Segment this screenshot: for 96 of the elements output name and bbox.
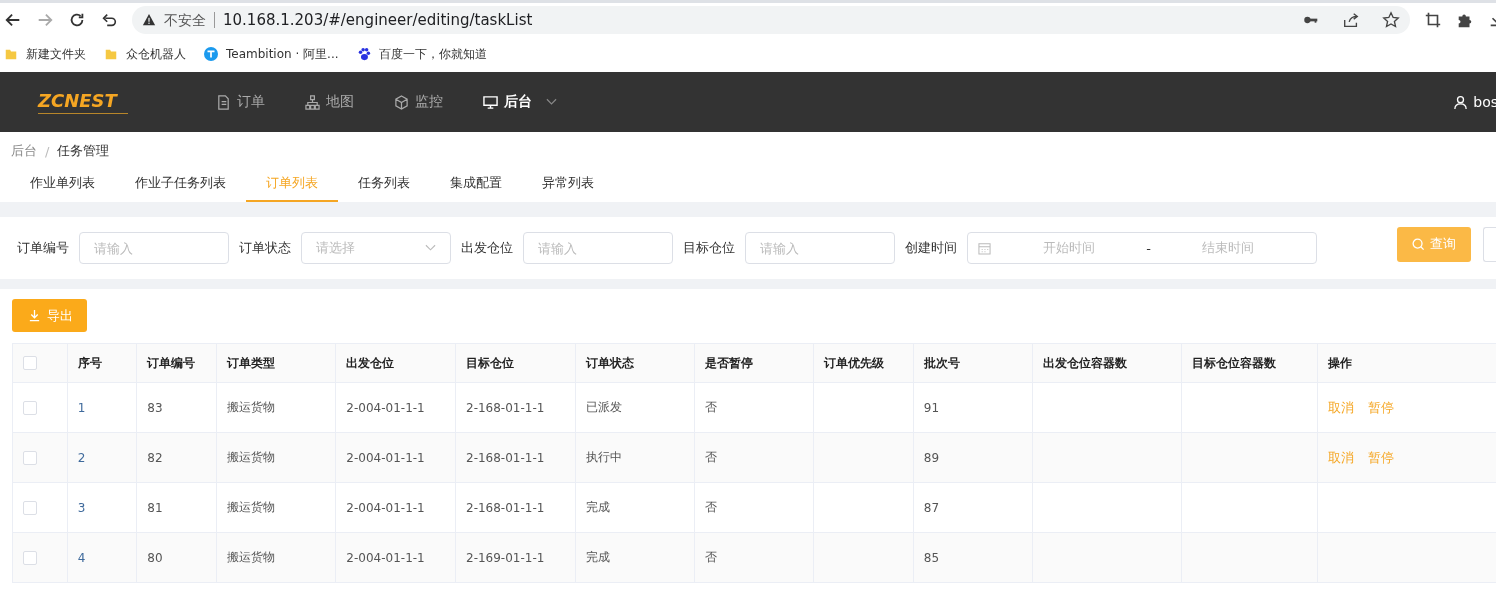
user-icon <box>1453 94 1469 110</box>
tab[interactable]: 集成配置 <box>430 170 522 202</box>
paw-icon <box>356 47 371 61</box>
row-checkbox[interactable] <box>23 450 37 465</box>
table-cell: 否 <box>704 450 717 464</box>
column-header: 订单状态 <box>585 355 634 370</box>
table-cell: 80 <box>147 550 163 565</box>
crop-icon[interactable] <box>1424 10 1442 29</box>
table-cell: 2-004-01-1-1 <box>346 550 425 565</box>
tab[interactable]: 异常列表 <box>522 170 614 202</box>
warning-icon <box>142 12 156 27</box>
column-header: 订单编号 <box>147 355 196 370</box>
column-header: 批次号 <box>923 355 960 370</box>
table-cell: 2-168-01-1-1 <box>466 500 545 515</box>
calendar-icon <box>978 241 991 255</box>
table-cell: 87 <box>923 500 940 515</box>
table-cell: 2-004-01-1-1 <box>346 400 425 415</box>
column-header: 目标仓位容器数 <box>1192 355 1277 370</box>
document-icon <box>216 94 231 110</box>
select-all-checkbox[interactable] <box>23 356 37 371</box>
table-cell: 2-004-01-1-1 <box>346 450 425 465</box>
folder-icon <box>104 47 118 61</box>
column-header: 出发仓位 <box>346 355 395 370</box>
table-cell: 完成 <box>585 550 610 564</box>
bookmark[interactable]: Teambition · 阿里... <box>204 45 339 63</box>
table-cell: 已派发 <box>585 400 622 414</box>
table-cell: 搬运货物 <box>227 550 276 564</box>
breadcrumb-item[interactable]: 后台 <box>11 142 37 160</box>
nav-item[interactable]: 地图 <box>305 93 354 111</box>
filter-label: 创建时间 <box>905 239 957 257</box>
search-icon <box>1412 237 1425 251</box>
table-cell: 1 <box>77 400 86 415</box>
logo[interactable]: ZCNEST <box>38 90 128 114</box>
bookmark[interactable]: 新建文件夹 <box>4 45 86 63</box>
filter-label: 目标仓位 <box>683 239 735 257</box>
table-cell: 否 <box>704 400 717 414</box>
table-cell: 2-004-01-1-1 <box>346 500 425 515</box>
table-cell: 否 <box>704 500 717 514</box>
table-cell: 搬运货物 <box>227 500 276 514</box>
table-cell: 执行中 <box>585 450 622 464</box>
column-header: 订单优先级 <box>824 355 885 370</box>
input-field[interactable]: 请输入 <box>523 232 673 264</box>
input-field[interactable]: 请输入 <box>79 232 229 264</box>
table-cell: 82 <box>147 450 163 465</box>
breadcrumb-item: 任务管理 <box>57 142 110 160</box>
table-cell: 否 <box>704 550 717 564</box>
column-header: 订单类型 <box>227 355 276 370</box>
table-cell: 85 <box>923 550 940 565</box>
column-header: 是否暂停 <box>704 355 753 370</box>
table-cell: 89 <box>923 450 940 465</box>
breadcrumb-separator: / <box>45 143 50 159</box>
table-cell: 2 <box>77 450 86 465</box>
share-icon[interactable] <box>1342 10 1360 29</box>
table-cell: 91 <box>923 400 940 415</box>
filter-label: 出发仓位 <box>461 239 513 257</box>
filter-label: 订单状态 <box>239 239 291 257</box>
download-icon <box>28 309 41 322</box>
folder-icon <box>4 47 18 61</box>
table-cell: 2-169-01-1-1 <box>466 550 545 565</box>
table-cell: 搬运货物 <box>227 400 276 414</box>
monitor-icon <box>483 94 498 110</box>
url-text: 10.168.1.203/#/engineer/editing/taskList <box>223 10 533 29</box>
nav-item[interactable]: 监控 <box>394 93 443 111</box>
table-cell: 83 <box>147 400 163 415</box>
table-cell: 2-168-01-1-1 <box>466 450 545 465</box>
input-field[interactable]: 请输入 <box>745 232 895 264</box>
row-checkbox[interactable] <box>23 500 37 515</box>
column-header: 目标仓位 <box>466 355 514 370</box>
column-header: 序号 <box>77 355 102 370</box>
tab[interactable]: 任务列表 <box>338 170 430 202</box>
security-label: 不安全 <box>164 11 215 28</box>
row-checkbox[interactable] <box>23 400 37 415</box>
table-cell: 完成 <box>585 500 610 514</box>
column-header: 操作 <box>1327 355 1352 370</box>
table-cell: 搬运货物 <box>227 450 276 464</box>
table-cell: 4 <box>77 550 86 565</box>
t-logo-icon <box>204 47 218 61</box>
column-header: 出发仓位容器数 <box>1042 355 1127 370</box>
tab[interactable]: 作业单列表 <box>10 170 115 202</box>
date-range-field[interactable]: 开始时间 - 结束时间 <box>967 232 1317 264</box>
bookmark[interactable]: 众仓机器人 <box>104 45 186 63</box>
address-bar[interactable]: 不安全 10.168.1.203/#/engineer/editing/taskList <box>132 5 1410 34</box>
nav-item[interactable]: 后台 <box>483 93 557 111</box>
table-cell: 81 <box>147 500 163 515</box>
chevron-down-icon <box>425 244 436 252</box>
filter-label: 订单编号 <box>17 239 69 257</box>
tab[interactable]: 作业子任务列表 <box>115 170 246 202</box>
cube-icon <box>394 94 409 110</box>
bookmark[interactable]: 百度一下，你就知道 <box>356 45 487 63</box>
row-checkbox[interactable] <box>23 550 37 565</box>
chevron-down-icon <box>546 98 557 106</box>
star-icon[interactable] <box>1382 10 1400 29</box>
sitemap-icon <box>305 94 320 110</box>
table-cell: 3 <box>77 500 86 515</box>
nav-item[interactable]: 订单 <box>216 93 265 111</box>
table-cell: 2-168-01-1-1 <box>466 400 545 415</box>
